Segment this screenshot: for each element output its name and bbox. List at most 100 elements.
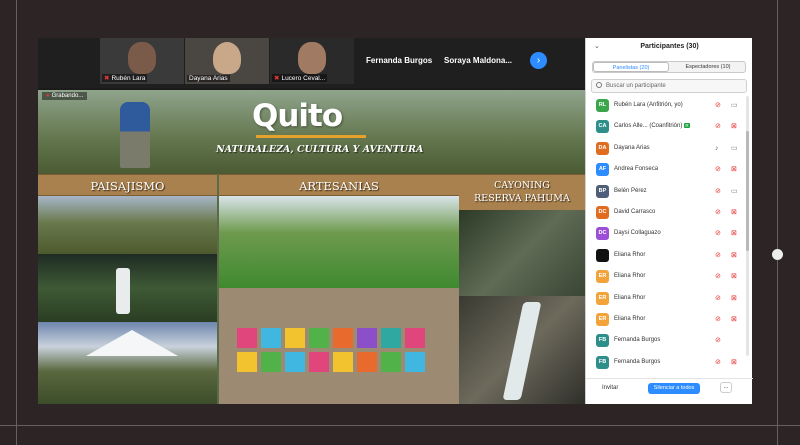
- craft-tile: [405, 352, 425, 372]
- craft-tile: [381, 328, 401, 348]
- microphone-muted-icon[interactable]: ⊘: [715, 272, 721, 281]
- participant-row[interactable]: CA Carlos Alle... (Coanfitrión) R ⊘ ⊠: [586, 117, 753, 138]
- hiker-image: [120, 102, 150, 168]
- camera-off-icon[interactable]: ⊠: [731, 272, 737, 281]
- participant-row[interactable]: ER Eliana Rhor ⊘ ⊠: [586, 310, 753, 331]
- more-options-button[interactable]: ...: [720, 382, 732, 393]
- camera-off-icon[interactable]: ⊠: [731, 358, 737, 367]
- camera-icon[interactable]: ▭: [731, 187, 738, 196]
- participant-row[interactable]: ER Eliana Rhor ⊘ ⊠: [586, 289, 753, 310]
- camera-off-icon[interactable]: ⊠: [731, 315, 737, 324]
- participant-row[interactable]: ER Eliana Rhor ⊘ ⊠: [586, 267, 753, 288]
- camera-off-icon[interactable]: ⊠: [731, 165, 737, 174]
- craft-tile: [333, 352, 353, 372]
- camera-off-icon[interactable]: ⊠: [731, 229, 737, 238]
- thumbnail-name: ✖ Rubén Lara: [102, 74, 148, 82]
- scrollbar-thumb[interactable]: [746, 131, 749, 251]
- participant-name: Eliana Rhor: [614, 294, 646, 301]
- camera-off-icon[interactable]: ⊠: [731, 251, 737, 260]
- waterfall: [116, 268, 130, 314]
- avatar: ER: [596, 270, 609, 284]
- participant-row[interactable]: Eliana Rhor ⊘ ⊠: [586, 246, 753, 267]
- participant-row[interactable]: DC David Carrasco ⊘ ⊠: [586, 203, 753, 224]
- camera-off-icon[interactable]: ⊠: [731, 294, 737, 303]
- microphone-muted-icon[interactable]: ⊘: [715, 251, 721, 260]
- video-thumbnail[interactable]: ✖ Lucero Ceval...: [270, 38, 354, 84]
- mute-all-button[interactable]: Silenciar a todos: [648, 383, 700, 394]
- microphone-muted-icon[interactable]: ⊘: [715, 336, 721, 345]
- participant-name: Andrea Fonseca: [614, 166, 659, 173]
- crafts-photo: [219, 288, 459, 404]
- text-tile-name[interactable]: Fernanda Burgos: [366, 56, 432, 65]
- mic-muted-icon: ✖: [104, 75, 110, 82]
- craft-tile: [381, 352, 401, 372]
- participant-face: [213, 42, 241, 74]
- invite-button[interactable]: Invitar: [602, 385, 618, 391]
- participant-search-input[interactable]: Buscar un participante: [591, 79, 747, 93]
- microphone-muted-icon[interactable]: ⊘: [715, 208, 721, 217]
- microphone-muted-icon[interactable]: ⊘: [715, 165, 721, 174]
- participant-name: Belén Pérez: [614, 187, 647, 194]
- avatar: BP: [596, 184, 609, 198]
- recording-indicator: ● Grabando...: [42, 92, 88, 100]
- microphone-muted-icon[interactable]: ⊘: [715, 315, 721, 324]
- section-banner: CAYONING RESERVA PAHUMA: [459, 174, 585, 210]
- craft-tile: [309, 352, 329, 372]
- craft-tile: [309, 328, 329, 348]
- text-tile-name[interactable]: Soraya Maldona...: [444, 56, 512, 65]
- park-photo: [219, 196, 459, 288]
- video-thumbnail[interactable]: ✖ Rubén Lara: [100, 38, 184, 84]
- avatar: DC: [596, 205, 609, 219]
- outer-frame: ✖ Rubén Lara Dayana Arias ✖ Lucero Ceval..…: [0, 0, 800, 445]
- section-banner: ARTESANIAS: [219, 174, 459, 196]
- craft-tile: [405, 328, 425, 348]
- participant-name: Carlos Alle... (Coanfitrión) R: [614, 123, 690, 130]
- participant-list: RL Rubén Lara (Anfitrión, yo) ⊘ ▭ CA Carlos A…: [586, 96, 753, 374]
- participant-row[interactable]: BP Belén Pérez ⊘ ▭: [586, 182, 753, 203]
- camera-off-icon[interactable]: ⊠: [731, 122, 737, 131]
- avatar: DA: [596, 141, 609, 155]
- craft-tile: [261, 352, 281, 372]
- microphone-muted-icon[interactable]: ⊘: [715, 294, 721, 303]
- video-thumbnail[interactable]: Dayana Arias: [185, 38, 269, 84]
- camera-icon[interactable]: ▭: [731, 101, 738, 110]
- participant-row[interactable]: DA Dayana Arias ♪ ▭: [586, 139, 753, 160]
- participant-name: Fernanda Burgos: [614, 337, 661, 344]
- microphone-muted-icon[interactable]: ⊘: [715, 101, 721, 110]
- microphone-muted-icon[interactable]: ⊘: [715, 358, 721, 367]
- microphone-muted-icon[interactable]: ⊘: [715, 187, 721, 196]
- panel-footer: Invitar Silenciar a todos ...: [586, 378, 753, 404]
- thumbnail-name: ✖ Lucero Ceval...: [272, 74, 328, 82]
- participant-row[interactable]: FB Fernanda Burgos ⊘ ⊠: [586, 353, 753, 374]
- panel-scrollbar[interactable]: [746, 96, 749, 356]
- participant-row[interactable]: DC Daysi Collaguazo ⊘ ⊠: [586, 224, 753, 245]
- microphone-muted-icon[interactable]: ⊘: [715, 229, 721, 238]
- participant-row[interactable]: FB Fernanda Burgos ⊘: [586, 331, 753, 352]
- participant-row[interactable]: AF Andrea Fonseca ⊘ ⊠: [586, 160, 753, 181]
- thumbnail-name: Dayana Arias: [187, 75, 230, 82]
- tab-attendees[interactable]: Espectadores (10): [670, 62, 746, 72]
- avatar: FB: [596, 334, 609, 348]
- frame-divider-bottom: [0, 425, 800, 426]
- microphone-muted-icon[interactable]: ⊘: [715, 122, 721, 131]
- camera-off-icon[interactable]: ⊠: [731, 208, 737, 217]
- next-page-button[interactable]: ›: [530, 52, 547, 69]
- microphone-icon[interactable]: ♪: [715, 144, 719, 153]
- participants-panel: ⌄ Participantes (30) Panelistas (20) Esp…: [585, 38, 753, 404]
- participant-name: Daysi Collaguazo: [614, 230, 661, 237]
- frame-divider-right: [777, 0, 778, 445]
- canyon-photo: [459, 296, 585, 404]
- craft-tile: [237, 352, 257, 372]
- craft-tile: [357, 352, 377, 372]
- search-placeholder: Buscar un participante: [606, 83, 666, 89]
- participant-row[interactable]: RL Rubén Lara (Anfitrión, yo) ⊘ ▭: [586, 96, 753, 117]
- waterfall: [502, 302, 542, 400]
- camera-icon[interactable]: ▭: [731, 144, 738, 153]
- tab-panelists[interactable]: Panelistas (20): [593, 62, 669, 72]
- participant-name: Rubén Lara (Anfitrión, yo): [614, 102, 683, 108]
- frame-slider-knob[interactable]: [772, 249, 783, 260]
- record-icon: ●: [46, 93, 50, 99]
- hero-banner: Quito NATURALEZA, CULTURA Y AVENTURA ● Gr…: [38, 90, 585, 174]
- participant-tabs: Panelistas (20) Espectadores (10): [592, 61, 746, 73]
- participant-face: [298, 42, 326, 74]
